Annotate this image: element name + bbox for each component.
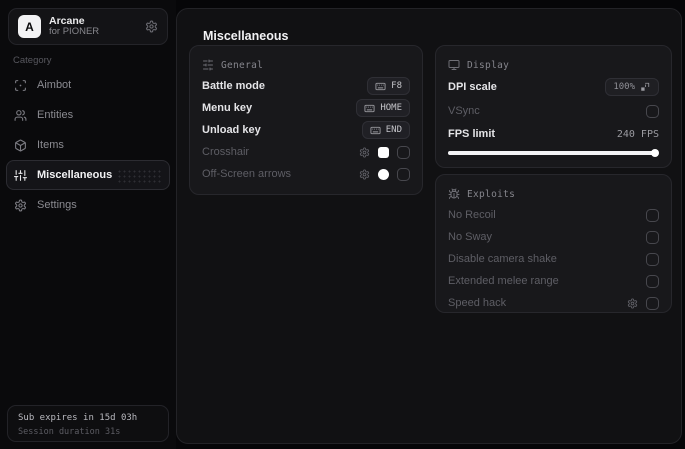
setting-label: Extended melee range xyxy=(448,275,559,287)
disable-camera-shake-checkbox[interactable] xyxy=(646,252,659,266)
no-recoil-checkbox[interactable] xyxy=(646,208,659,222)
aimbot-scan-icon xyxy=(14,79,27,92)
sliders-icon xyxy=(14,169,27,182)
sidebar-item-label: Miscellaneous xyxy=(37,169,113,181)
fps-slider-fill xyxy=(448,151,655,155)
fps-slider-knob[interactable] xyxy=(651,149,659,157)
scaling-icon xyxy=(640,82,651,93)
setting-row-no-sway: No Sway xyxy=(448,226,659,248)
setting-row-fps-limit: FPS limit 240 FPS xyxy=(448,123,659,145)
sidebar-item-settings[interactable]: Settings xyxy=(6,190,170,220)
keybind-value: F8 xyxy=(391,81,402,91)
monitor-icon xyxy=(448,59,460,71)
session-duration-text: Session duration 31s xyxy=(18,427,121,437)
sidebar-item-label: Aimbot xyxy=(37,79,72,91)
offscreen-arrows-checkbox[interactable] xyxy=(397,167,410,181)
keybind-chip[interactable]: HOME xyxy=(356,99,410,117)
setting-row-battle-mode: Battle mode F8 xyxy=(202,75,410,97)
setting-label: DPI scale xyxy=(448,81,497,93)
keybind-value: HOME xyxy=(380,103,402,113)
color-swatch[interactable] xyxy=(378,168,389,180)
general-card: General Battle mode F8 Menu key HOME Unl… xyxy=(189,45,423,195)
no-sway-checkbox[interactable] xyxy=(646,230,659,244)
setting-label: Battle mode xyxy=(202,80,265,92)
gear-icon[interactable] xyxy=(145,20,158,33)
speed-hack-checkbox[interactable] xyxy=(646,296,659,310)
sidebar: A Arcane for PIONER Category Aimbot Enti… xyxy=(0,0,176,449)
sliders-horizontal-icon xyxy=(202,59,214,71)
sidebar-nav: Aimbot Entities Items Miscellaneous Sett… xyxy=(0,70,176,220)
sidebar-item-label: Entities xyxy=(37,109,74,121)
gear-icon[interactable] xyxy=(359,168,370,180)
setting-row-extended-melee-range: Extended melee range xyxy=(448,270,659,292)
setting-row-no-recoil: No Recoil xyxy=(448,204,659,226)
color-swatch[interactable] xyxy=(378,146,389,158)
setting-label: VSync xyxy=(448,105,480,117)
setting-label: Disable camera shake xyxy=(448,253,557,265)
sidebar-item-entities[interactable]: Entities xyxy=(6,100,170,130)
dpi-value-chip[interactable]: 100% xyxy=(605,78,659,96)
main-panel: Miscellaneous General Battle mode F8 Men… xyxy=(176,8,682,444)
setting-row-menu-key: Menu key HOME xyxy=(202,97,410,119)
app-subtitle: for PIONER xyxy=(49,26,100,38)
keyboard-icon xyxy=(375,81,386,92)
setting-label: Speed hack xyxy=(448,297,507,309)
setting-label: No Recoil xyxy=(448,209,496,221)
setting-row-vsync: VSync xyxy=(448,99,659,123)
keybind-value: END xyxy=(385,125,402,135)
card-header-label: Exploits xyxy=(467,188,516,200)
keybind-chip[interactable]: F8 xyxy=(367,77,410,95)
fps-limit-value: 240 FPS xyxy=(616,128,659,140)
setting-row-speed-hack: Speed hack xyxy=(448,292,659,314)
app-header-card: A Arcane for PIONER xyxy=(8,8,168,45)
items-box-icon xyxy=(14,139,27,152)
sidebar-item-label: Settings xyxy=(37,199,77,211)
keyboard-icon xyxy=(364,103,375,114)
display-card-header: Display xyxy=(448,55,659,75)
entities-users-icon xyxy=(14,109,27,122)
extended-melee-range-checkbox[interactable] xyxy=(646,274,659,288)
gear-icon[interactable] xyxy=(627,297,638,309)
setting-row-offscreen-arrows: Off-Screen arrows xyxy=(202,163,410,185)
crosshair-checkbox[interactable] xyxy=(397,145,410,159)
exploits-card: Exploits No Recoil No Sway Disable camer… xyxy=(435,174,672,313)
setting-label: Unload key xyxy=(202,124,261,136)
dpi-value: 100% xyxy=(613,82,635,92)
gear-icon[interactable] xyxy=(359,146,370,158)
subscription-status-card: Sub expires in 15d 03h Session duration … xyxy=(7,405,169,442)
setting-row-crosshair: Crosshair xyxy=(202,141,410,163)
sidebar-item-aimbot[interactable]: Aimbot xyxy=(6,70,170,100)
setting-label: FPS limit xyxy=(448,128,496,140)
card-header-label: Display xyxy=(467,59,510,71)
fps-limit-slider[interactable] xyxy=(448,149,659,157)
setting-row-disable-camera-shake: Disable camera shake xyxy=(448,248,659,270)
display-card: Display DPI scale 100% VSync FPS limit 2… xyxy=(435,45,672,168)
bug-icon xyxy=(448,188,460,200)
category-label: Category xyxy=(13,55,52,66)
gear-icon xyxy=(14,199,27,212)
general-card-header: General xyxy=(202,55,410,75)
app-logo: A xyxy=(18,15,41,38)
sidebar-item-miscellaneous[interactable]: Miscellaneous xyxy=(6,160,170,190)
setting-label: Menu key xyxy=(202,102,253,114)
page-title: Miscellaneous xyxy=(203,29,289,43)
vsync-checkbox[interactable] xyxy=(646,104,659,118)
setting-label: Off-Screen arrows xyxy=(202,168,292,180)
card-header-label: General xyxy=(221,59,264,71)
keyboard-icon xyxy=(370,125,381,136)
sidebar-item-label: Items xyxy=(37,139,64,151)
setting-label: Crosshair xyxy=(202,146,250,158)
sub-expires-text: Sub expires in 15d 03h xyxy=(18,413,138,423)
keybind-chip[interactable]: END xyxy=(361,121,410,139)
setting-row-unload-key: Unload key END xyxy=(202,119,410,141)
setting-row-dpi-scale: DPI scale 100% xyxy=(448,75,659,99)
setting-label: No Sway xyxy=(448,231,493,243)
sidebar-item-items[interactable]: Items xyxy=(6,130,170,160)
exploits-card-header: Exploits xyxy=(448,184,659,204)
